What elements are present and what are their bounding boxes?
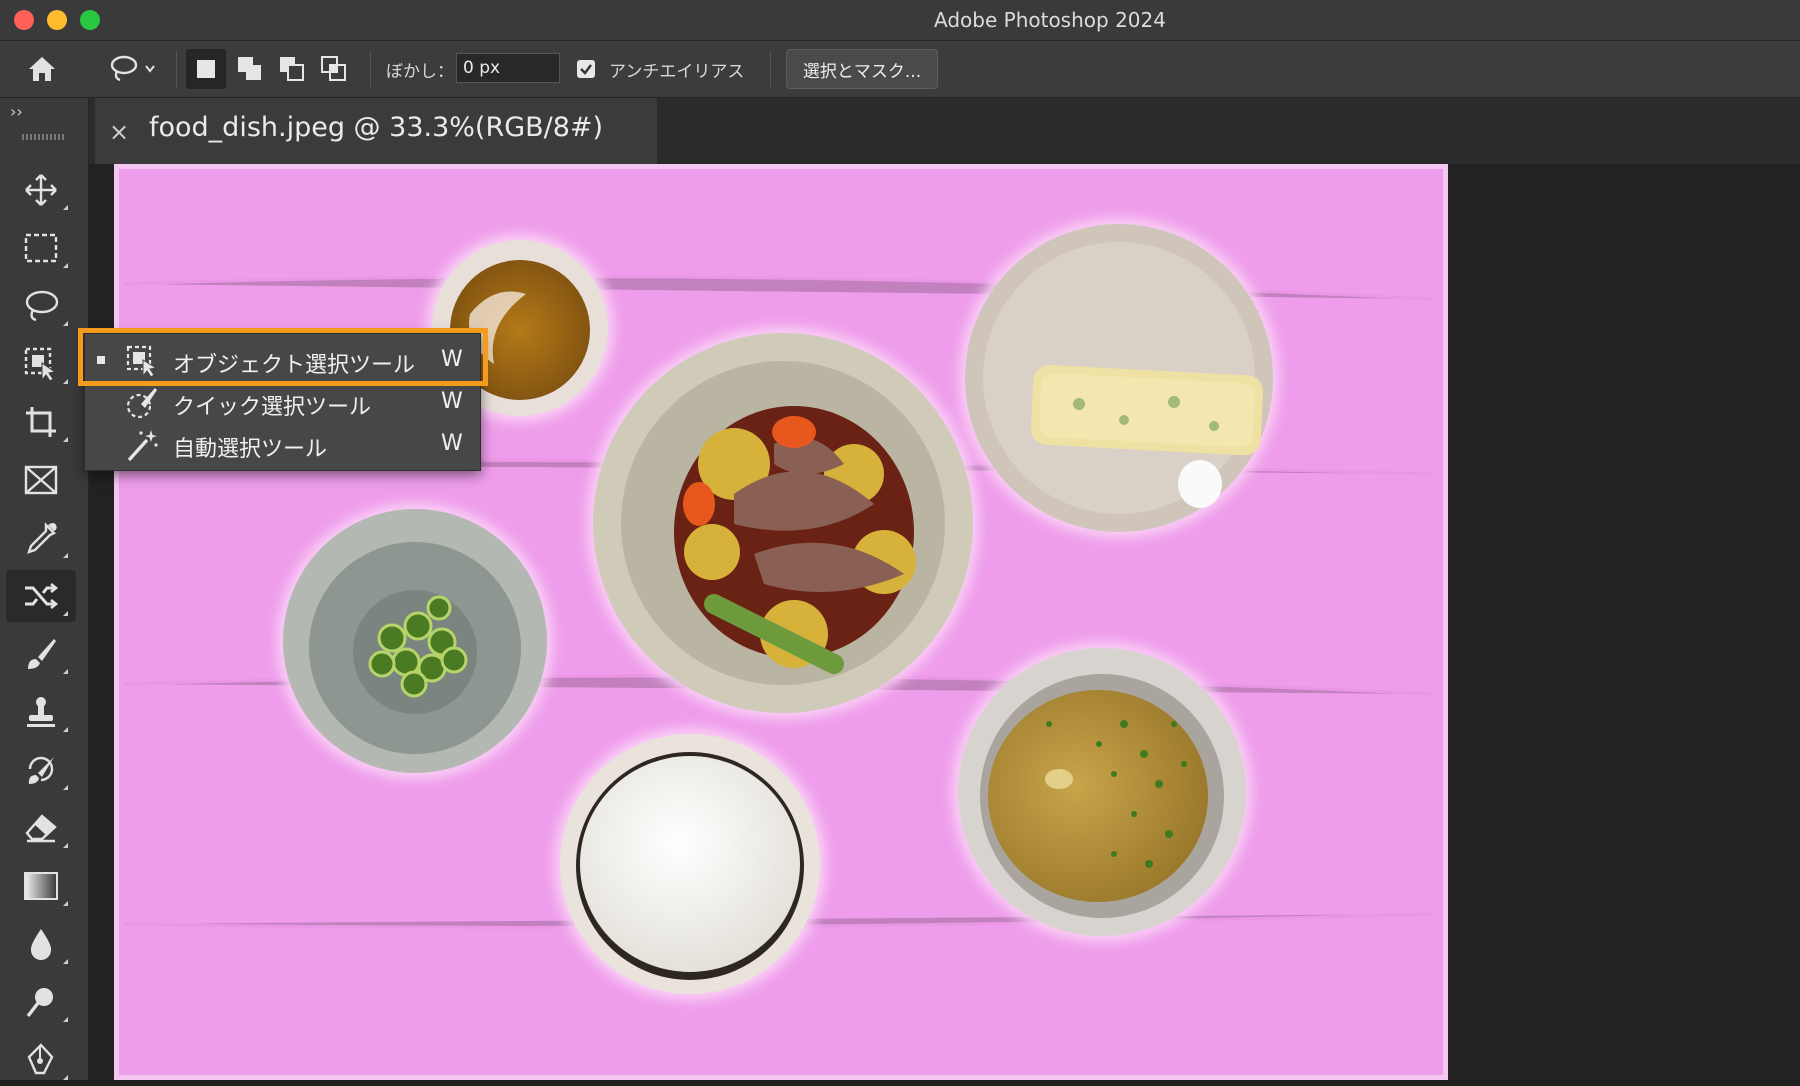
flyout-label: クイック選択ツール xyxy=(173,395,372,420)
marquee-tool[interactable] xyxy=(6,222,76,274)
move-tool[interactable] xyxy=(6,164,76,216)
frame-icon xyxy=(24,465,58,495)
clone-stamp-tool[interactable] xyxy=(6,686,76,738)
pen-icon xyxy=(27,1043,54,1075)
toolbar-grip[interactable] xyxy=(22,134,66,140)
history-brush-tool[interactable] xyxy=(6,744,76,796)
content-aware-move-icon xyxy=(25,582,59,610)
subtract-selection-button[interactable] xyxy=(272,49,312,89)
brush-icon xyxy=(28,639,56,669)
history-brush-icon xyxy=(28,756,54,784)
dodge-tool[interactable] xyxy=(6,976,76,1028)
collapse-toolbar-button[interactable]: ›› xyxy=(10,102,23,121)
tools-panel: ›› xyxy=(0,98,89,1080)
image-canvas[interactable] xyxy=(114,164,1448,1080)
gradient-tool[interactable] xyxy=(6,860,76,912)
lasso-preset-button[interactable] xyxy=(94,47,166,91)
object-selection-icon xyxy=(24,347,57,382)
add-selection-icon xyxy=(238,57,261,80)
select-and-mask-button[interactable]: 選択とマスク... xyxy=(786,49,938,89)
selected-indicator xyxy=(97,356,105,364)
checkmark-icon xyxy=(580,64,592,75)
crop-tool[interactable] xyxy=(6,396,76,448)
title-bar: Adobe Photoshop 2024 xyxy=(0,0,1800,41)
app-title: Adobe Photoshop 2024 xyxy=(934,8,1166,32)
blur-drop-icon xyxy=(30,929,52,960)
gradient-icon xyxy=(24,872,58,900)
document-tab-title: food_dish.jpeg @ 33.3%(RGB/8#) xyxy=(149,112,604,143)
options-bar: ぼかし： アンチエイリアス 選択とマスク... xyxy=(0,41,1800,98)
flyout-shortcut: W xyxy=(441,347,463,372)
eraser-icon xyxy=(25,814,57,843)
flyout-item-quick-selection[interactable]: クイック選択ツール W xyxy=(85,382,480,424)
object-selection-icon xyxy=(126,345,158,378)
antialias-label: アンチエイリアス xyxy=(609,62,745,82)
rect-marquee-icon xyxy=(24,233,58,263)
crop-icon xyxy=(26,407,56,437)
feather-label: ぼかし： xyxy=(386,62,454,82)
home-icon xyxy=(29,57,55,81)
eyedropper-tool[interactable] xyxy=(6,512,76,564)
flyout-item-magic-wand[interactable]: 自動選択ツール W xyxy=(85,424,480,466)
document-tab-bar: × food_dish.jpeg @ 33.3%(RGB/8#) xyxy=(89,98,1800,164)
document-tab[interactable]: × food_dish.jpeg @ 33.3%(RGB/8#) xyxy=(95,98,657,164)
eraser-tool[interactable] xyxy=(6,802,76,854)
intersect-selection-button[interactable] xyxy=(314,49,354,89)
flyout-label: オブジェクト選択ツール xyxy=(173,353,416,378)
object-selection-tool[interactable] xyxy=(6,338,76,390)
new-selection-icon xyxy=(197,60,215,78)
move-icon xyxy=(25,174,57,206)
food-photo xyxy=(123,218,1435,1000)
pen-tool[interactable] xyxy=(6,1034,76,1086)
blur-tool[interactable] xyxy=(6,918,76,970)
stamp-icon xyxy=(27,697,55,727)
lasso-tool[interactable] xyxy=(6,280,76,332)
home-button[interactable] xyxy=(20,47,64,91)
selection-tools-flyout: オブジェクト選択ツール W クイック選択ツール W 自動選択ツール W xyxy=(84,333,481,471)
frame-tool[interactable] xyxy=(6,454,76,506)
lasso-icon xyxy=(110,55,155,82)
feather-input[interactable] xyxy=(456,53,560,83)
flyout-shortcut: W xyxy=(441,431,463,456)
magic-wand-icon xyxy=(127,430,158,462)
add-to-selection-button[interactable] xyxy=(230,49,270,89)
antialias-checkbox[interactable] xyxy=(577,60,595,78)
flyout-item-object-selection[interactable]: オブジェクト選択ツール W xyxy=(85,340,480,382)
intersect-selection-icon xyxy=(321,56,346,81)
dodge-icon xyxy=(26,988,53,1018)
lasso-icon xyxy=(25,290,59,322)
healing-tool[interactable] xyxy=(6,570,76,622)
brush-tool[interactable] xyxy=(6,628,76,680)
flyout-shortcut: W xyxy=(441,389,463,414)
flyout-label: 自動選択ツール xyxy=(173,437,328,462)
tab-close-button[interactable]: × xyxy=(109,118,129,146)
quick-selection-icon xyxy=(126,388,157,419)
eyedropper-icon xyxy=(27,522,57,554)
subtract-selection-icon xyxy=(280,57,304,81)
new-selection-button[interactable] xyxy=(186,49,226,89)
